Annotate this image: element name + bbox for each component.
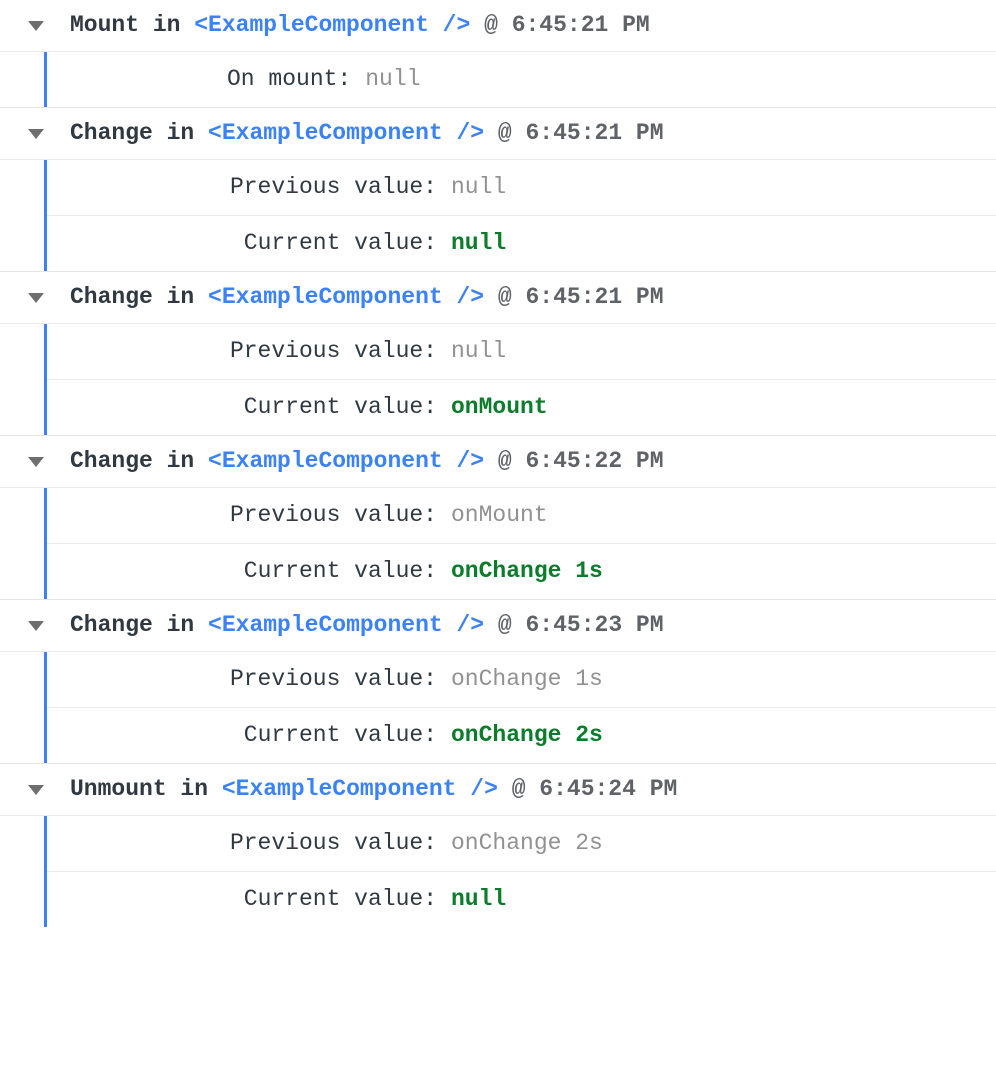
log-group-body: Previous value:onChange 1sCurrent value:…: [44, 652, 996, 763]
previous-value: onChange 2s: [437, 832, 603, 855]
current-value-row: Current value:onMount: [47, 380, 996, 435]
log-group: Change in <ExampleComponent /> @ 6:45:21…: [0, 107, 996, 271]
log-group-header[interactable]: Change in <ExampleComponent /> @ 6:45:21…: [0, 108, 996, 160]
caret-down-icon: [28, 785, 44, 795]
log-timestamp: @ 6:45:24 PM: [498, 778, 677, 801]
log-timestamp: @ 6:45:22 PM: [484, 450, 663, 473]
log-timestamp: @ 6:45:21 PM: [484, 286, 663, 309]
previous-value-row: Previous value:null: [47, 324, 996, 380]
log-group-header[interactable]: Change in <ExampleComponent /> @ 6:45:23…: [0, 600, 996, 652]
log-group-body: Previous value:nullCurrent value:null: [44, 160, 996, 271]
log-in-label: in: [153, 614, 208, 637]
log-group-header[interactable]: Change in <ExampleComponent /> @ 6:45:22…: [0, 436, 996, 488]
current-value-label: Current value:: [47, 232, 437, 255]
current-value: onChange 2s: [437, 724, 603, 747]
log-component-name: <ExampleComponent />: [208, 614, 484, 637]
previous-value: onChange 1s: [437, 668, 603, 691]
log-group-body: Previous value:onMountCurrent value:onCh…: [44, 488, 996, 599]
current-value-label: Current value:: [47, 888, 437, 911]
on-mount-label: On mount:: [227, 66, 351, 92]
console-log-list: Mount in <ExampleComponent /> @ 6:45:21 …: [0, 0, 996, 927]
on-mount-value: null: [351, 66, 420, 92]
caret-down-icon: [28, 129, 44, 139]
current-value: onMount: [437, 396, 548, 419]
current-value: null: [437, 888, 506, 911]
caret-down-icon: [28, 21, 44, 31]
previous-value: onMount: [437, 504, 548, 527]
log-group-header[interactable]: Change in <ExampleComponent /> @ 6:45:21…: [0, 272, 996, 324]
log-timestamp: @ 6:45:23 PM: [484, 614, 663, 637]
log-event-label: Change: [70, 122, 153, 145]
current-value-label: Current value:: [47, 560, 437, 583]
log-group: Mount in <ExampleComponent /> @ 6:45:21 …: [0, 0, 996, 107]
previous-value-row: Previous value:onChange 1s: [47, 652, 996, 708]
log-component-name: <ExampleComponent />: [208, 450, 484, 473]
caret-down-icon: [28, 621, 44, 631]
current-value-row: Current value:null: [47, 872, 996, 927]
log-component-name: <ExampleComponent />: [194, 14, 470, 37]
current-value-row: Current value:onChange 2s: [47, 708, 996, 763]
caret-down-icon: [28, 293, 44, 303]
log-event-label: Mount: [70, 14, 139, 37]
previous-value: null: [437, 340, 506, 363]
log-group: Change in <ExampleComponent /> @ 6:45:22…: [0, 435, 996, 599]
current-value-row: Current value:null: [47, 216, 996, 271]
current-value: onChange 1s: [437, 560, 603, 583]
log-event-label: Change: [70, 450, 153, 473]
log-in-label: in: [153, 122, 208, 145]
previous-value-label: Previous value:: [47, 340, 437, 363]
log-in-label: in: [153, 286, 208, 309]
log-group: Unmount in <ExampleComponent /> @ 6:45:2…: [0, 763, 996, 927]
log-group-body: On mount:null: [44, 52, 996, 107]
log-group: Change in <ExampleComponent /> @ 6:45:21…: [0, 271, 996, 435]
log-group-body: Previous value:onChange 2sCurrent value:…: [44, 816, 996, 927]
previous-value-label: Previous value:: [47, 504, 437, 527]
log-event-label: Unmount: [70, 778, 167, 801]
log-event-label: Change: [70, 614, 153, 637]
log-group: Change in <ExampleComponent /> @ 6:45:23…: [0, 599, 996, 763]
log-group-header[interactable]: Mount in <ExampleComponent /> @ 6:45:21 …: [0, 0, 996, 52]
current-value-row: Current value:onChange 1s: [47, 544, 996, 599]
previous-value-row: Previous value:onMount: [47, 488, 996, 544]
previous-value: null: [437, 176, 506, 199]
current-value-label: Current value:: [47, 724, 437, 747]
previous-value-label: Previous value:: [47, 668, 437, 691]
log-group-header[interactable]: Unmount in <ExampleComponent /> @ 6:45:2…: [0, 764, 996, 816]
log-mount-line: On mount:null: [47, 52, 996, 107]
log-event-label: Change: [70, 286, 153, 309]
log-component-name: <ExampleComponent />: [208, 122, 484, 145]
previous-value-row: Previous value:null: [47, 160, 996, 216]
log-component-name: <ExampleComponent />: [222, 778, 498, 801]
previous-value-label: Previous value:: [47, 832, 437, 855]
log-timestamp: @ 6:45:21 PM: [484, 122, 663, 145]
log-in-label: in: [167, 778, 222, 801]
current-value-label: Current value:: [47, 396, 437, 419]
log-component-name: <ExampleComponent />: [208, 286, 484, 309]
log-in-label: in: [153, 450, 208, 473]
log-in-label: in: [139, 14, 194, 37]
caret-down-icon: [28, 457, 44, 467]
current-value: null: [437, 232, 506, 255]
log-group-body: Previous value:nullCurrent value:onMount: [44, 324, 996, 435]
previous-value-label: Previous value:: [47, 176, 437, 199]
previous-value-row: Previous value:onChange 2s: [47, 816, 996, 872]
log-timestamp: @ 6:45:21 PM: [470, 14, 649, 37]
